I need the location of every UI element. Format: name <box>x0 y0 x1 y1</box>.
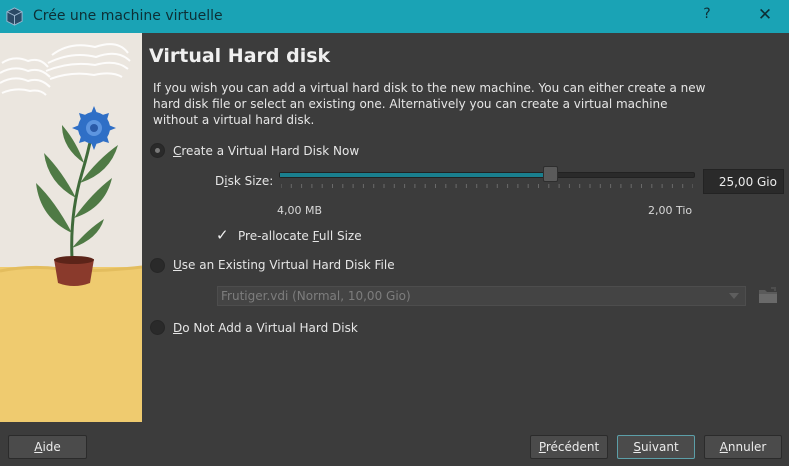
preallocate-label[interactable]: Pre-allocate Full Size <box>238 229 362 243</box>
create-disk-label[interactable]: Create a Virtual Hard Disk Now <box>173 144 359 158</box>
disk-size-slider-handle[interactable] <box>542 166 558 182</box>
virtualbox-app-icon <box>6 7 23 26</box>
disk-size-label: Disk Size: <box>215 174 274 188</box>
disk-size-slider-fill <box>280 173 550 177</box>
disk-size-max-label: 2,00 Tio <box>648 204 693 217</box>
next-button[interactable]: Suivant <box>617 435 695 459</box>
existing-disk-select[interactable]: Frutiger.vdi (Normal, 10,00 Gio) <box>217 286 746 306</box>
preallocate-checkbox[interactable]: ✓ <box>216 228 230 243</box>
disk-size-input[interactable] <box>703 169 784 194</box>
folder-icon[interactable] <box>757 284 779 306</box>
help-button[interactable]: Aide <box>8 435 87 459</box>
page-title: Virtual Hard disk <box>149 45 331 67</box>
back-button[interactable]: Précédent <box>530 435 608 459</box>
disk-size-min-label: 4,00 MB <box>277 204 323 217</box>
create-disk-radio[interactable] <box>150 143 165 158</box>
use-existing-radio[interactable] <box>150 258 165 273</box>
close-icon[interactable]: ✕ <box>755 5 775 27</box>
no-disk-radio[interactable] <box>150 320 165 335</box>
cancel-button[interactable]: Annuler <box>704 435 782 459</box>
no-disk-label[interactable]: Do Not Add a Virtual Hard Disk <box>173 321 358 335</box>
title-bar: Crée une machine virtuelle ? ✕ <box>0 0 789 33</box>
window-title: Crée une machine virtuelle <box>33 8 223 24</box>
use-existing-label[interactable]: Use an Existing Virtual Hard Disk File <box>173 258 395 272</box>
plant-illustration <box>0 33 142 422</box>
existing-disk-select-value: Frutiger.vdi (Normal, 10,00 Gio) <box>221 289 411 303</box>
page-description: If you wish you can add a virtual hard d… <box>153 81 706 127</box>
slider-ticks <box>281 184 693 188</box>
help-icon[interactable]: ? <box>699 6 715 26</box>
chevron-down-icon <box>729 293 739 299</box>
